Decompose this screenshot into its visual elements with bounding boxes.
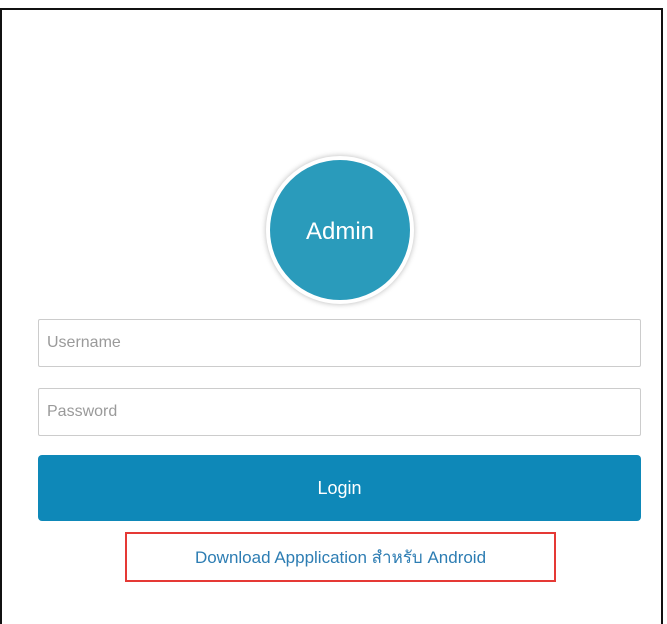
login-panel: Admin Login Download Appplication สำหรับ… [0, 8, 663, 624]
download-highlight-box: Download Appplication สำหรับ Android [125, 532, 556, 582]
username-input[interactable] [38, 319, 641, 367]
avatar-label: Admin [305, 218, 375, 245]
download-android-link[interactable]: Download Appplication สำหรับ Android [195, 544, 486, 571]
password-input[interactable] [38, 388, 641, 436]
admin-avatar: Admin [266, 156, 414, 304]
login-button[interactable]: Login [38, 455, 641, 521]
